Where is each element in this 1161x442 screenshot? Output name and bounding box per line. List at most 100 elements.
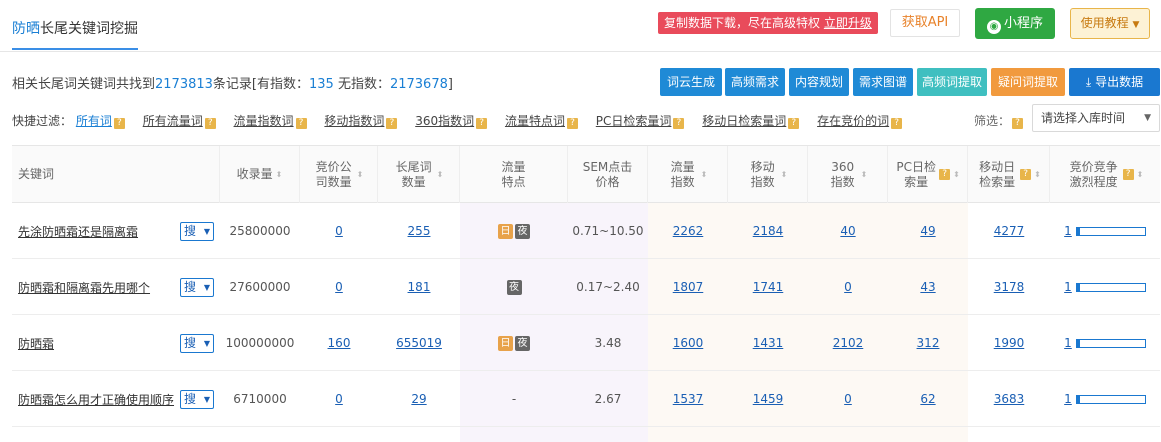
night-traffic-tag: 夜 <box>515 335 530 351</box>
filter-all[interactable]: 所有词? <box>76 112 125 129</box>
cell-mobile[interactable]: 1459 <box>728 371 808 427</box>
cell-traffic[interactable]: 1600 <box>648 315 728 371</box>
summary-mid: 条记录[有指数： <box>212 77 309 92</box>
search-engine-dropdown[interactable]: 搜 ▼ <box>180 334 214 353</box>
keyword-link[interactable]: 防晒霜 <box>18 315 54 371</box>
cell-mdaily[interactable]: 4277 <box>968 203 1050 259</box>
cell-idx360[interactable]: 2102 <box>808 315 888 371</box>
get-api-button[interactable]: 获取API <box>890 9 960 37</box>
cell-longtail[interactable]: 29 <box>378 371 460 427</box>
filter-360-index[interactable]: 360指数词? <box>415 112 488 129</box>
filter-traffic-index[interactable]: 流量指数词? <box>234 112 307 129</box>
header-mobile-index[interactable]: 移动指数 ⬍ <box>728 146 808 203</box>
cell-competition[interactable]: 1 <box>1050 315 1160 371</box>
content-plan-button[interactable]: 内容规划 <box>789 68 849 96</box>
cell-feature: 夜 <box>460 259 568 315</box>
cell-pc[interactable]: 49 <box>888 203 968 259</box>
high-freq-demand-button[interactable]: 高频需求 <box>725 68 785 96</box>
download-icon: ⤓ <box>1085 75 1092 89</box>
word-cloud-button[interactable]: 词云生成 <box>660 68 722 96</box>
mini-program-button[interactable]: ◉ 小程序 <box>975 8 1055 39</box>
header-longtail[interactable]: 长尾词数量 ⬍ <box>378 146 460 203</box>
cell-value: 0 <box>335 280 343 294</box>
cell-idx360[interactable]: 0 <box>808 371 888 427</box>
cell-longtail[interactable]: 255 <box>378 203 460 259</box>
cell-traffic[interactable]: 1537 <box>648 371 728 427</box>
cell-traffic[interactable]: 2262 <box>648 203 728 259</box>
tutorial-dropdown-button[interactable]: 使用教程 ▼ <box>1070 8 1150 39</box>
search-engine-dropdown[interactable]: 搜 ▼ <box>180 278 214 297</box>
filter-bidding[interactable]: 存在竞价的词? <box>817 112 903 129</box>
search-engine-dropdown[interactable]: 搜 ▼ <box>180 222 214 241</box>
cell-mobile[interactable]: 1431 <box>728 315 808 371</box>
help-icon: ? <box>1122 169 1134 180</box>
demand-map-button[interactable]: 需求图谱 <box>853 68 913 96</box>
header-competition[interactable]: 竞价竞争激烈程度? ⬍ <box>1050 146 1160 203</box>
keyword-link[interactable]: 防晒霜和隔离霜先用哪个 <box>18 259 150 315</box>
search-engine-dropdown[interactable]: 搜 ▼ <box>180 390 214 409</box>
tutorial-label: 使用教程 <box>1080 16 1129 30</box>
cell-mdaily[interactable]: 1990 <box>968 315 1050 371</box>
header-360-index[interactable]: 360指数 ⬍ <box>808 146 888 203</box>
cell-traffic[interactable]: 1807 <box>648 259 728 315</box>
sort-icon: ⬍ <box>436 169 444 179</box>
cell-value: 49 <box>920 224 936 238</box>
cell-bid[interactable]: 0 <box>300 371 378 427</box>
sort-icon: ⬍ <box>700 169 708 179</box>
keyword-link[interactable]: 先涂防晒霜还是隔离霜 <box>18 203 138 259</box>
cell-bid[interactable]: 0 <box>300 259 378 315</box>
cell-longtail[interactable]: 655019 <box>378 315 460 371</box>
cell-pc[interactable]: 43 <box>888 259 968 315</box>
upgrade-banner[interactable]: 复制数据下载，尽在高级特权 立即升级 <box>658 12 878 34</box>
total-count: 2173813 <box>155 77 213 92</box>
filter-traffic-feature[interactable]: 流量特点词? <box>505 112 578 129</box>
upgrade-link[interactable]: 立即升级 <box>824 16 872 30</box>
cell-value: 3178 <box>993 280 1025 294</box>
cell-mdaily[interactable]: 3178 <box>968 259 1050 315</box>
help-icon: ? <box>295 118 307 129</box>
cell-competition[interactable]: 1 <box>1050 371 1160 427</box>
cell-longtail[interactable]: 181 <box>378 259 460 315</box>
cell-idx360[interactable]: 0 <box>808 259 888 315</box>
question-extract-button[interactable]: 疑问词提取 <box>991 68 1065 96</box>
caret-down-icon: ▼ <box>203 227 210 236</box>
high-freq-extract-button[interactable]: 高频词提取 <box>917 68 987 96</box>
cell-competition[interactable]: 1 <box>1050 259 1160 315</box>
keyword-link[interactable]: 防晒霜怎么用才正确使用顺序 <box>18 371 174 427</box>
export-data-button[interactable]: ⤓ 导出数据 <box>1069 68 1160 96</box>
help-icon: ? <box>673 118 685 129</box>
help-icon: ? <box>476 118 488 129</box>
cell-pc[interactable]: 62 <box>888 371 968 427</box>
header-pc-daily[interactable]: PC日检索量? ⬍ <box>888 146 968 203</box>
chevron-down-icon: ▼ <box>1144 113 1151 123</box>
header-traffic-index[interactable]: 流量指数 ⬍ <box>648 146 728 203</box>
date-select[interactable]: 请选择入库时间 ▼ <box>1032 104 1160 132</box>
filter-mobile-daily[interactable]: 移动日检索量词? <box>702 112 800 129</box>
day-traffic-tag: 日 <box>498 335 513 351</box>
cell-mobile[interactable]: 2184 <box>728 203 808 259</box>
competition-bar <box>1075 338 1146 348</box>
cell-competition[interactable]: 1 <box>1050 203 1160 259</box>
cell-pc[interactable]: 312 <box>888 315 968 371</box>
filter-traffic[interactable]: 所有流量词? <box>143 112 216 129</box>
cell-value: 100000000 <box>225 336 295 350</box>
cell-value: 0 <box>335 392 343 406</box>
cell-idx360[interactable]: 40 <box>808 203 888 259</box>
cell-bid[interactable]: 160 <box>300 315 378 371</box>
cell-value: 6710000 <box>233 392 287 406</box>
filter-mobile-index[interactable]: 移动指数词? <box>324 112 398 129</box>
search-label: 搜 <box>184 280 197 294</box>
cell-indexed: 6710000 <box>220 371 300 427</box>
cell-mobile[interactable]: 1741 <box>728 259 808 315</box>
header-mobile-daily[interactable]: 移动日检索量? ⬍ <box>968 146 1050 203</box>
cell-mdaily[interactable]: 3683 <box>968 371 1050 427</box>
header-bid-companies[interactable]: 竞价公司数量 ⬍ <box>300 146 378 203</box>
header-indexed[interactable]: 收录量 ⬍ <box>220 146 300 203</box>
keyword-table: 关键词 收录量 ⬍ 竞价公司数量 ⬍ 长尾词数量 ⬍ 流量特点 SEM点击价格 流量指… <box>12 145 1160 442</box>
cell-sem: 0.71~10.50 <box>568 203 648 259</box>
cell-value: 0 <box>844 280 852 294</box>
day-traffic-tag: 日 <box>498 223 513 239</box>
cell-bid[interactable]: 0 <box>300 203 378 259</box>
filter-pc-daily[interactable]: PC日检索量词? <box>596 112 685 129</box>
help-icon: ? <box>939 169 951 180</box>
